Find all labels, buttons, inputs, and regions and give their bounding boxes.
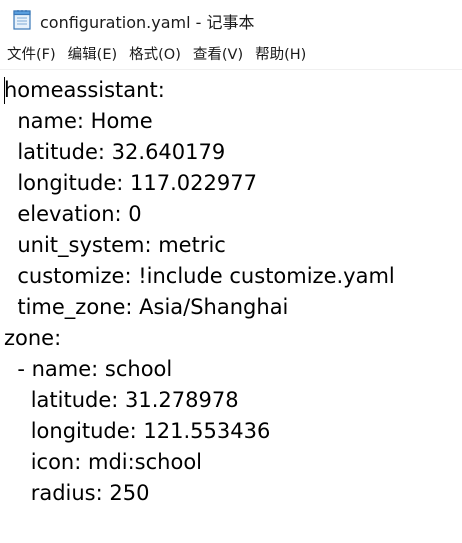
menu-file[interactable]: 文件(F) xyxy=(3,43,60,68)
menu-divider xyxy=(0,69,462,70)
menu-view[interactable]: 查看(V) xyxy=(189,43,247,68)
menu-help[interactable]: 帮助(H) xyxy=(251,43,310,68)
file-content: homeassistant: name: Home latitude: 32.6… xyxy=(4,75,395,509)
text-editor-area[interactable]: homeassistant: name: Home latitude: 32.6… xyxy=(0,73,462,543)
window-title: configuration.yaml - 记事本 xyxy=(40,13,255,32)
title-bar[interactable]: configuration.yaml - 记事本 xyxy=(0,0,462,40)
text-line: name: Home xyxy=(4,109,153,133)
text-line: longitude: 117.022977 xyxy=(4,171,257,195)
menu-bar: 文件(F) 编辑(E) 格式(O) 查看(V) 帮助(H) xyxy=(0,43,462,68)
text-line: unit_system: metric xyxy=(4,233,226,257)
text-line: homeassistant: xyxy=(4,78,165,102)
text-line: latitude: 32.640179 xyxy=(4,140,226,164)
menu-edit[interactable]: 编辑(E) xyxy=(64,43,121,68)
text-line: elevation: 0 xyxy=(4,202,142,226)
menu-format[interactable]: 格式(O) xyxy=(125,43,185,68)
text-line: longitude: 121.553436 xyxy=(4,419,271,443)
notepad-window: configuration.yaml - 记事本 文件(F) 编辑(E) 格式(… xyxy=(0,0,462,543)
text-line: customize: !include customize.yaml xyxy=(4,264,395,288)
text-line: radius: 250 xyxy=(4,481,150,505)
text-line: icon: mdi:school xyxy=(4,450,203,474)
text-line: time_zone: Asia/Shanghai xyxy=(4,295,289,319)
text-line: - name: school xyxy=(4,357,173,381)
text-line: zone: xyxy=(4,326,62,350)
notepad-icon xyxy=(11,8,33,30)
text-line: latitude: 31.278978 xyxy=(4,388,239,412)
